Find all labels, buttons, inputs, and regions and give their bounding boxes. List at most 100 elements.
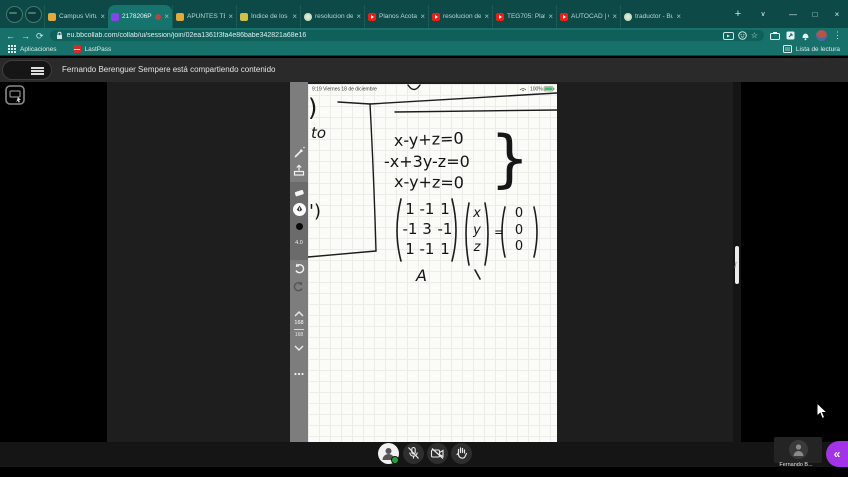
- media-card-icon[interactable]: [723, 32, 734, 40]
- redo-icon[interactable]: [293, 280, 305, 292]
- maximize-button[interactable]: □: [804, 10, 826, 19]
- address-bar[interactable]: eu.bbcollab.com/collab/ui/session/join/0…: [50, 30, 764, 41]
- forward-button[interactable]: →: [21, 31, 30, 41]
- person-icon: [789, 440, 808, 459]
- page-down-chevron-icon[interactable]: [293, 342, 305, 354]
- tab-close-icon[interactable]: ×: [612, 13, 617, 21]
- tab-close-icon[interactable]: ×: [356, 13, 361, 21]
- tab-close-icon[interactable]: ×: [484, 13, 489, 21]
- tab-close-icon[interactable]: ×: [676, 13, 681, 21]
- emoji-icon[interactable]: [738, 31, 747, 40]
- vector-x: x: [472, 206, 481, 221]
- matrix-cell: 3: [422, 220, 432, 238]
- status-check-badge: [391, 456, 399, 464]
- my-status-button[interactable]: [378, 443, 399, 464]
- tab-planos-acotados[interactable]: Planos Acotados ×: [364, 5, 428, 28]
- bookmarks-bar: Aplicaciones LastPass Lista de lectura: [0, 43, 848, 56]
- participant-thumbnail[interactable]: [774, 437, 822, 463]
- tab-close-icon[interactable]: ×: [100, 13, 105, 21]
- profile-avatar[interactable]: [816, 30, 827, 41]
- bookmark-lastpass[interactable]: LastPass: [85, 46, 112, 53]
- tab-label: 2178206P In...: [122, 13, 152, 20]
- tab-resolucion-1[interactable]: resolucion de ter... ×: [300, 5, 364, 28]
- matrix-cell: 1: [405, 240, 415, 258]
- vector-y: y: [472, 223, 481, 238]
- zero-vector: 0 0 0: [515, 206, 523, 254]
- tab-close-icon[interactable]: ×: [548, 13, 553, 21]
- more-options-icon[interactable]: [293, 368, 305, 380]
- shared-screen-stage: 4.0 168 168 9:: [107, 82, 741, 442]
- tab-indice[interactable]: Índice de los ejer... ×: [236, 5, 300, 28]
- menu-kebab-icon[interactable]: ⋮: [833, 30, 842, 41]
- ink-color-swatch[interactable]: [296, 223, 303, 230]
- tab-label: Índice de los ejer...: [251, 13, 289, 20]
- tab-2178206p-active[interactable]: 2178206P In... ×: [108, 5, 172, 28]
- total-pages-number: 168: [290, 332, 308, 338]
- session-menu-button[interactable]: [2, 60, 52, 80]
- tab-favicon: [111, 13, 119, 21]
- tab-close-icon[interactable]: ×: [420, 13, 425, 21]
- window-controls: ∨ — □ ×: [752, 0, 848, 28]
- collab-bottom-bar: [0, 442, 848, 467]
- zero-cell: 0: [515, 206, 523, 221]
- notifications-bell-icon[interactable]: [801, 31, 810, 41]
- tab-close-icon[interactable]: ×: [164, 13, 169, 21]
- extension-square-icon[interactable]: [786, 31, 795, 40]
- participant-name: Fernando B...: [766, 462, 826, 468]
- tab-label: resolucion de ter...: [315, 13, 353, 20]
- tab-teg705[interactable]: TEG705: Platafor... ×: [492, 5, 556, 28]
- youtube-favicon: [560, 13, 568, 21]
- matrix-cell: 1: [440, 200, 450, 218]
- tab-traductor[interactable]: traductor - Busc... ×: [620, 5, 684, 28]
- youtube-favicon: [432, 13, 440, 21]
- left-edge-scribbles: ) to '): [308, 94, 326, 222]
- browser-globe-icon-2[interactable]: [25, 6, 42, 23]
- tab-favicon: [48, 13, 56, 21]
- undo-icon[interactable]: [293, 262, 305, 274]
- tab-label: APUNTES TERRI...: [187, 13, 225, 20]
- page-divider: [294, 329, 304, 330]
- close-button[interactable]: ×: [826, 10, 848, 19]
- ipad-side-handle[interactable]: [735, 246, 739, 284]
- eraser-tool-icon[interactable]: [293, 187, 305, 199]
- matrix-cell: -1: [438, 220, 453, 238]
- laser-pen-tool-icon[interactable]: [293, 146, 305, 158]
- tab-campus-virtual[interactable]: Campus Virtual - ×: [44, 5, 108, 28]
- pen-width-value[interactable]: 4.0: [290, 240, 308, 246]
- shared-content-pip-icon[interactable]: [5, 85, 25, 105]
- raise-hand-button[interactable]: [451, 443, 472, 464]
- bookmark-apps[interactable]: Aplicaciones: [20, 46, 57, 53]
- back-button[interactable]: ←: [6, 31, 15, 41]
- browser-toolbar: ← → ⟳ eu.bbcollab.com/collab/ui/session/…: [0, 28, 848, 43]
- tab-apuntes[interactable]: APUNTES TERRI... ×: [172, 5, 236, 28]
- tab-close-icon[interactable]: ×: [292, 13, 297, 21]
- open-collab-panel-button[interactable]: «: [826, 441, 848, 467]
- tab-list: Campus Virtual - × 2178206P In... × APUN…: [44, 5, 684, 28]
- tab-autocad[interactable]: AUTOCAD | Com... ×: [556, 5, 620, 28]
- system-brace: }: [490, 122, 529, 195]
- reading-list-icon: [783, 45, 792, 53]
- camera-muted-button[interactable]: [427, 443, 448, 464]
- reload-button[interactable]: ⟳: [36, 31, 44, 41]
- collab-header: Fernando Berenguer Sempere está comparti…: [0, 58, 848, 82]
- fountain-pen-icon: [293, 203, 306, 216]
- profile-chevron-icon[interactable]: ∨: [752, 10, 774, 18]
- extension-briefcase-icon[interactable]: [770, 31, 780, 40]
- tab-close-icon[interactable]: ×: [228, 13, 233, 21]
- scribble-to: to: [311, 124, 326, 142]
- url-text[interactable]: eu.bbcollab.com/collab/ui/session/join/0…: [67, 32, 719, 39]
- handwriting-layer: x-y+z=0 -x+3y-z=0 x-y+z=0 } ) to '): [308, 84, 557, 442]
- matrix-cell: -1: [420, 240, 435, 258]
- reading-list-button[interactable]: Lista de lectura: [796, 46, 840, 53]
- minimize-button[interactable]: —: [782, 10, 804, 19]
- equation-3: x-y+z=0: [394, 172, 464, 192]
- page-up-chevron-icon[interactable]: [293, 308, 305, 320]
- new-tab-button[interactable]: +: [731, 7, 745, 21]
- matrix-label: A: [415, 266, 427, 285]
- pen-tool-selected[interactable]: [293, 203, 306, 216]
- share-tray-icon[interactable]: [293, 164, 305, 176]
- browser-globe-icon[interactable]: [6, 6, 23, 23]
- tab-resolucion-2[interactable]: resolucion de ter... ×: [428, 5, 492, 28]
- bookmark-star-icon[interactable]: ☆: [751, 31, 758, 40]
- microphone-muted-button[interactable]: [403, 443, 424, 464]
